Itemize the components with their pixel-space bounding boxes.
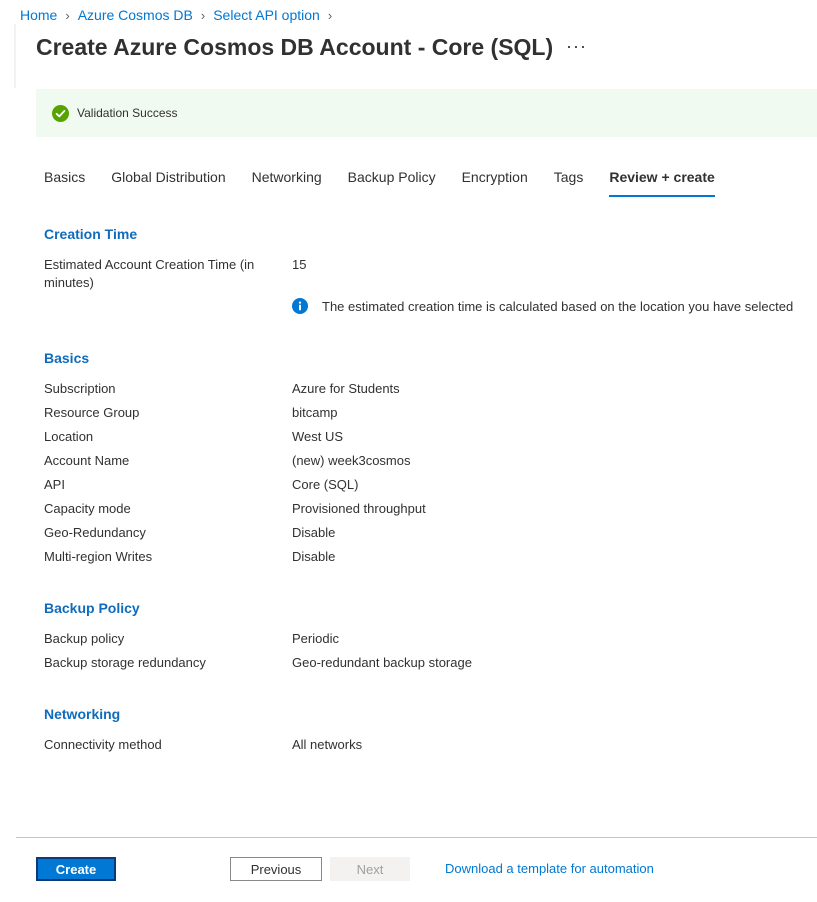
- row-value: Core (SQL): [292, 477, 359, 492]
- chevron-right-icon: ›: [65, 7, 70, 23]
- row-label: Location: [44, 429, 94, 444]
- row-value: bitcamp: [292, 405, 338, 420]
- tab-review-create[interactable]: Review + create: [609, 169, 715, 197]
- next-button[interactable]: Next: [330, 857, 410, 881]
- row-label: Resource Group: [44, 405, 140, 420]
- row-value: Provisioned throughput: [292, 501, 426, 516]
- section-backup-policy-title: Backup Policy: [44, 600, 140, 616]
- row-value: Periodic: [292, 631, 339, 646]
- page-title: Create Azure Cosmos DB Account - Core (S…: [36, 34, 554, 60]
- footer-divider: [16, 837, 817, 838]
- tab-global-distribution[interactable]: Global Distribution: [111, 169, 225, 195]
- row-label: Geo-Redundancy: [44, 525, 146, 540]
- breadcrumb-select-api-option[interactable]: Select API option: [213, 7, 320, 23]
- previous-button[interactable]: Previous: [230, 857, 322, 881]
- tab-bar: Basics Global Distribution Networking Ba…: [44, 169, 741, 197]
- tab-tags[interactable]: Tags: [554, 169, 584, 195]
- row-value: Disable: [292, 525, 336, 540]
- info-text: The estimated creation time is calculate…: [322, 298, 794, 314]
- tab-networking[interactable]: Networking: [252, 169, 322, 195]
- chevron-right-icon: ›: [327, 7, 333, 23]
- creation-time-label: Estimated Account Creation Time (in minu…: [44, 256, 254, 292]
- row-label: Backup policy: [44, 631, 125, 646]
- section-networking-title: Networking: [44, 706, 121, 722]
- chevron-right-icon: ›: [200, 7, 206, 23]
- creation-time-label-line1: Estimated Account Creation Time (in: [44, 257, 255, 272]
- section-basics-title: Basics: [44, 350, 90, 366]
- info-icon: [292, 298, 308, 314]
- more-options-button[interactable]: ···: [566, 36, 587, 57]
- success-check-icon: [52, 104, 69, 122]
- validation-message: Validation Success: [77, 106, 178, 120]
- tab-encryption[interactable]: Encryption: [462, 169, 528, 195]
- row-value: Geo-redundant backup storage: [292, 655, 472, 670]
- validation-banner: Validation Success: [36, 89, 817, 137]
- tab-backup-policy[interactable]: Backup Policy: [348, 169, 436, 195]
- row-label: Capacity mode: [44, 501, 131, 516]
- creation-time-value: 15: [292, 257, 307, 272]
- row-value: Disable: [292, 549, 336, 564]
- create-button[interactable]: Create: [36, 857, 116, 881]
- row-label: Multi-region Writes: [44, 549, 153, 564]
- header-divider: [14, 24, 16, 88]
- row-value: Azure for Students: [292, 381, 400, 396]
- row-label: Connectivity method: [44, 737, 162, 752]
- section-creation-time-title: Creation Time: [44, 226, 138, 242]
- tab-basics[interactable]: Basics: [44, 169, 85, 195]
- breadcrumb: Home › Azure Cosmos DB › Select API opti…: [20, 7, 340, 23]
- row-value: West US: [292, 429, 344, 444]
- download-template-link[interactable]: Download a template for automation: [445, 861, 654, 876]
- breadcrumb-azure-cosmos-db[interactable]: Azure Cosmos DB: [78, 7, 193, 23]
- row-value: (new) week3cosmos: [292, 453, 411, 468]
- row-label: Subscription: [44, 381, 116, 396]
- row-label: API: [44, 477, 65, 492]
- row-value: All networks: [292, 737, 363, 752]
- creation-time-info: The estimated creation time is calculate…: [292, 298, 793, 314]
- breadcrumb-home[interactable]: Home: [20, 7, 57, 23]
- row-label: Backup storage redundancy: [44, 655, 206, 670]
- row-label: Account Name: [44, 453, 130, 468]
- creation-time-label-line2: minutes): [44, 275, 94, 290]
